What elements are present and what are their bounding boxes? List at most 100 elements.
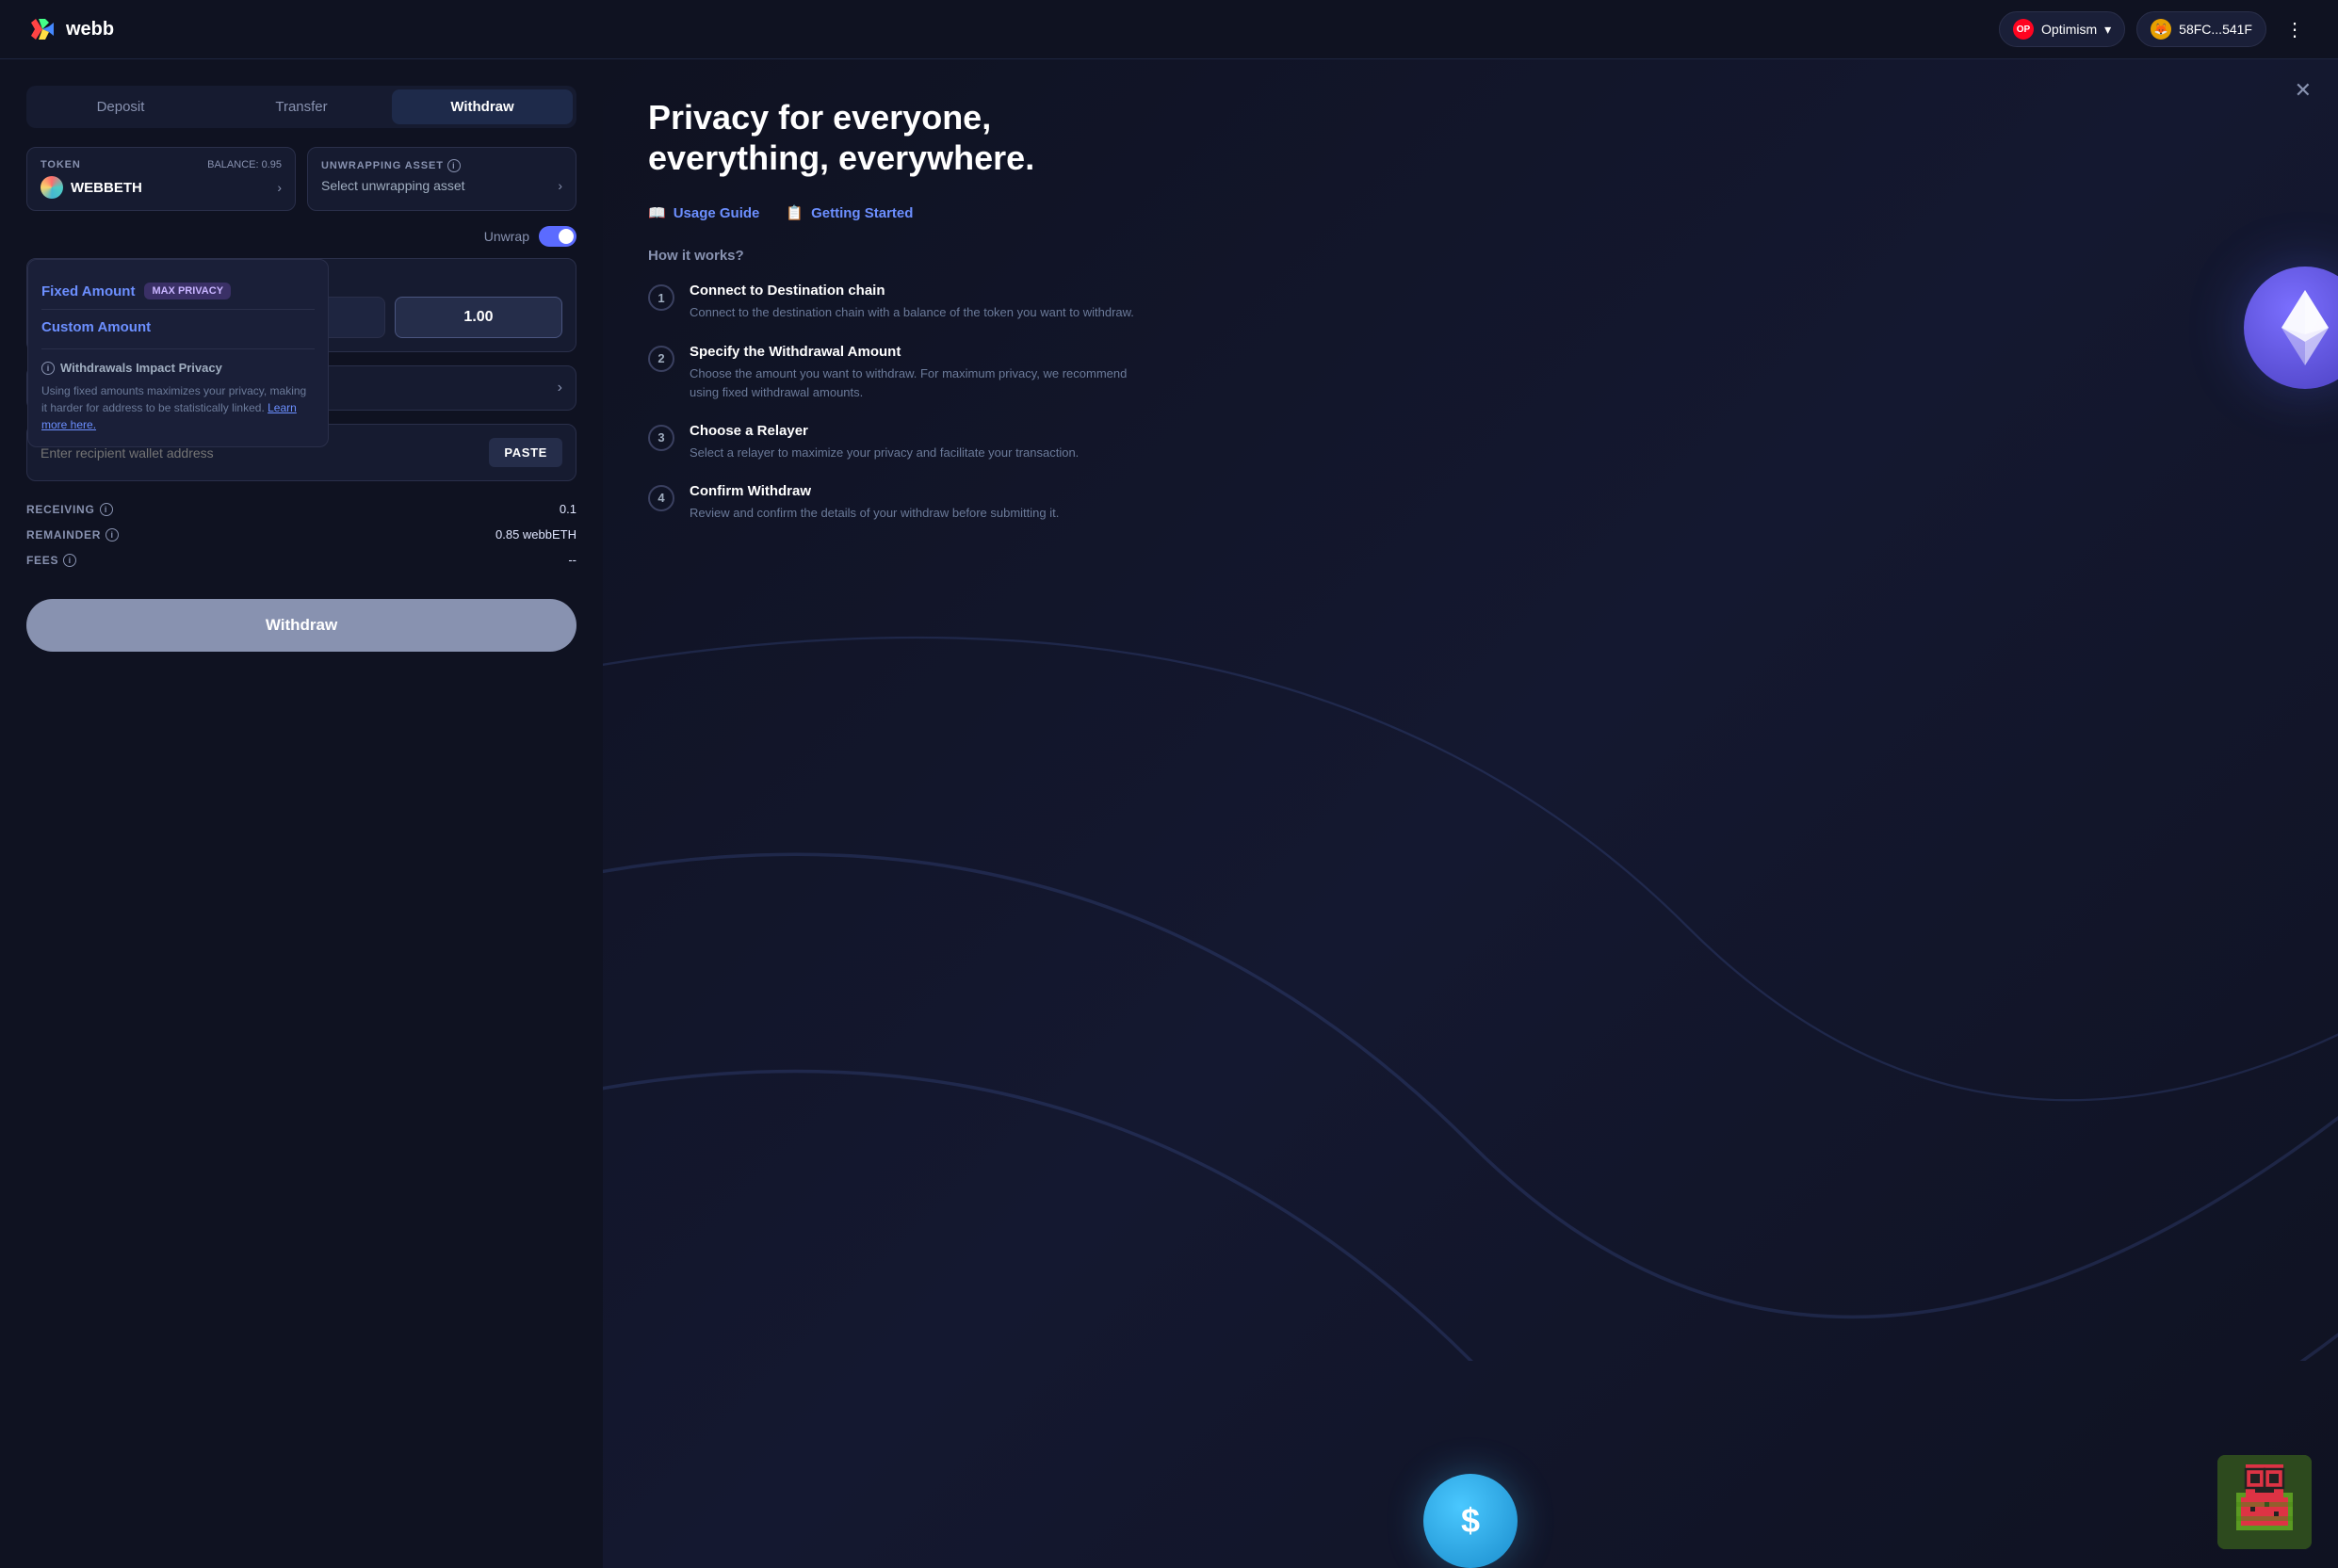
step-1-content: Connect to Destination chain Connect to … [690, 283, 1134, 322]
wallet-avatar: 🦊 [2151, 19, 2171, 40]
step-2: 2 Specify the Withdrawal Amount Choose t… [648, 344, 2293, 402]
unwrap-toggle-row: Unwrap [26, 226, 576, 247]
token-name-text: WEBBETH [71, 180, 142, 196]
dollar-coin: $ [1423, 1474, 1518, 1568]
step-2-desc: Choose the amount you want to withdraw. … [690, 364, 1142, 402]
right-panel: ✕ Privacy for everyone, everything, ever… [603, 59, 2338, 1568]
webb-logo-icon [26, 13, 58, 45]
receiving-row: RECEIVING i 0.1 [26, 496, 576, 522]
logo: webb [26, 13, 114, 45]
unwrapping-chevron-icon: › [558, 178, 562, 193]
step-3-content: Choose a Relayer Select a relayer to max… [690, 423, 1079, 462]
step-3-number: 3 [648, 425, 674, 451]
dropdown-fixed-item[interactable]: Fixed Amount MAX PRIVACY [41, 273, 315, 309]
pixel-character [2217, 1455, 2312, 1549]
tab-bar: Deposit Transfer Withdraw [26, 86, 576, 128]
getting-started-label: Getting Started [811, 205, 913, 221]
logo-text: webb [66, 19, 114, 40]
step-4-title: Confirm Withdraw [690, 483, 1059, 499]
amount-dropdown-menu: Fixed Amount MAX PRIVACY Custom Amount i… [27, 259, 329, 447]
tab-withdraw[interactable]: Withdraw [392, 89, 573, 124]
unwrapping-placeholder: Select unwrapping asset [321, 178, 465, 193]
asset-row: TOKEN BALANCE: 0.95 WEBBETH › UNWRAPPING… [26, 147, 576, 211]
unwrapping-label: UNWRAPPING ASSET i [321, 159, 562, 172]
clipboard-icon: 📋 [786, 204, 804, 221]
step-3-desc: Select a relayer to maximize your privac… [690, 444, 1079, 462]
unwrapping-select: Select unwrapping asset › [321, 178, 562, 193]
step-1-number: 1 [648, 284, 674, 311]
step-3: 3 Choose a Relayer Select a relayer to m… [648, 423, 2293, 462]
privacy-info-section: i Withdrawals Impact Privacy Using fixed… [41, 348, 315, 433]
withdraw-button[interactable]: Withdraw [26, 599, 576, 652]
header: webb OP Optimism ▾ 🦊 58FC...541F ⋮ [0, 0, 2338, 59]
unwrapping-asset-box[interactable]: UNWRAPPING ASSET i Select unwrapping ass… [307, 147, 576, 211]
step-1-desc: Connect to the destination chain with a … [690, 303, 1134, 322]
unwrapping-info-icon: i [447, 159, 461, 172]
guide-links: 📖 Usage Guide 📋 Getting Started [648, 204, 2293, 221]
token-name-row: WEBBETH › [41, 176, 282, 199]
book-icon: 📖 [648, 204, 666, 221]
receiving-value: 0.1 [560, 502, 576, 516]
receiving-label: RECEIVING i [26, 503, 113, 516]
tab-deposit[interactable]: Deposit [30, 89, 211, 124]
wallet-button[interactable]: 🦊 58FC...541F [2136, 11, 2266, 47]
chevron-down-icon: ▾ [2104, 22, 2111, 38]
network-label: Optimism [2041, 22, 2097, 37]
max-privacy-badge: MAX PRIVACY [144, 283, 231, 299]
pixel-art-svg [2217, 1455, 2312, 1549]
remainder-label: REMAINDER i [26, 528, 119, 542]
token-label: TOKEN [41, 159, 81, 170]
paste-button[interactable]: PASTE [489, 438, 562, 467]
step-1: 1 Connect to Destination chain Connect t… [648, 283, 2293, 322]
dollar-symbol: $ [1461, 1501, 1480, 1541]
relayer-chevron-icon: › [558, 380, 562, 396]
token-box[interactable]: TOKEN BALANCE: 0.95 WEBBETH › [26, 147, 296, 211]
dropdown-fixed-label: Fixed Amount [41, 283, 135, 299]
token-balance: BALANCE: 0.95 [207, 159, 282, 170]
remainder-value: 0.85 webbETH [495, 527, 576, 542]
header-right: OP Optimism ▾ 🦊 58FC...541F ⋮ [1999, 11, 2312, 47]
step-2-content: Specify the Withdrawal Amount Choose the… [690, 344, 1142, 402]
unwrap-toggle-label: Unwrap [484, 229, 529, 244]
amount-btn-100[interactable]: 1.00 [395, 297, 562, 338]
step-4-desc: Review and confirm the details of your w… [690, 504, 1059, 523]
page-heading: Privacy for everyone, everything, everyw… [648, 97, 1119, 178]
fees-info-icon: i [63, 554, 76, 567]
step-3-title: Choose a Relayer [690, 423, 1079, 439]
step-2-title: Specify the Withdrawal Amount [690, 344, 1142, 360]
unwrap-toggle[interactable] [539, 226, 576, 247]
token-header-row: TOKEN BALANCE: 0.95 [41, 159, 282, 170]
step-2-number: 2 [648, 346, 674, 372]
wallet-address: 58FC...541F [2179, 22, 2252, 37]
usage-guide-label: Usage Guide [674, 205, 760, 221]
privacy-info-icon: i [41, 362, 55, 375]
token-name: WEBBETH [41, 176, 142, 199]
privacy-info-text: Using fixed amounts maximizes your priva… [41, 382, 315, 433]
remainder-row: REMAINDER i 0.85 webbETH [26, 522, 576, 547]
fees-value: -- [568, 553, 576, 567]
usage-guide-link[interactable]: 📖 Usage Guide [648, 204, 759, 221]
token-chevron-icon: › [277, 180, 282, 195]
dropdown-custom-item[interactable]: Custom Amount [41, 309, 315, 345]
op-badge: OP [2013, 19, 2034, 40]
close-button[interactable]: ✕ [2295, 78, 2312, 103]
network-button[interactable]: OP Optimism ▾ [1999, 11, 2125, 47]
privacy-learn-more-link[interactable]: Learn more here. [41, 401, 297, 431]
dropdown-custom-label: Custom Amount [41, 319, 151, 335]
pixel-inner [2217, 1455, 2312, 1549]
fees-row: FEES i -- [26, 547, 576, 573]
ethereum-icon [2277, 285, 2333, 370]
left-panel: Deposit Transfer Withdraw TOKEN BALANCE:… [0, 59, 603, 1568]
getting-started-link[interactable]: 📋 Getting Started [786, 204, 913, 221]
privacy-info-title: Withdrawals Impact Privacy [60, 361, 222, 375]
fees-label: FEES i [26, 554, 76, 567]
more-button[interactable]: ⋮ [2278, 14, 2312, 45]
step-4-number: 4 [648, 485, 674, 511]
privacy-info-header: i Withdrawals Impact Privacy [41, 361, 315, 375]
tab-transfer[interactable]: Transfer [211, 89, 392, 124]
fixed-amount-section: FIXED AMOUNT ▾ 0.10 0.50 1.00 Fixed Amou… [26, 258, 576, 352]
webb-eth-icon [41, 176, 63, 199]
how-it-works-label: How it works? [648, 248, 2293, 264]
step-4: 4 Confirm Withdraw Review and confirm th… [648, 483, 2293, 523]
step-1-title: Connect to Destination chain [690, 283, 1134, 299]
